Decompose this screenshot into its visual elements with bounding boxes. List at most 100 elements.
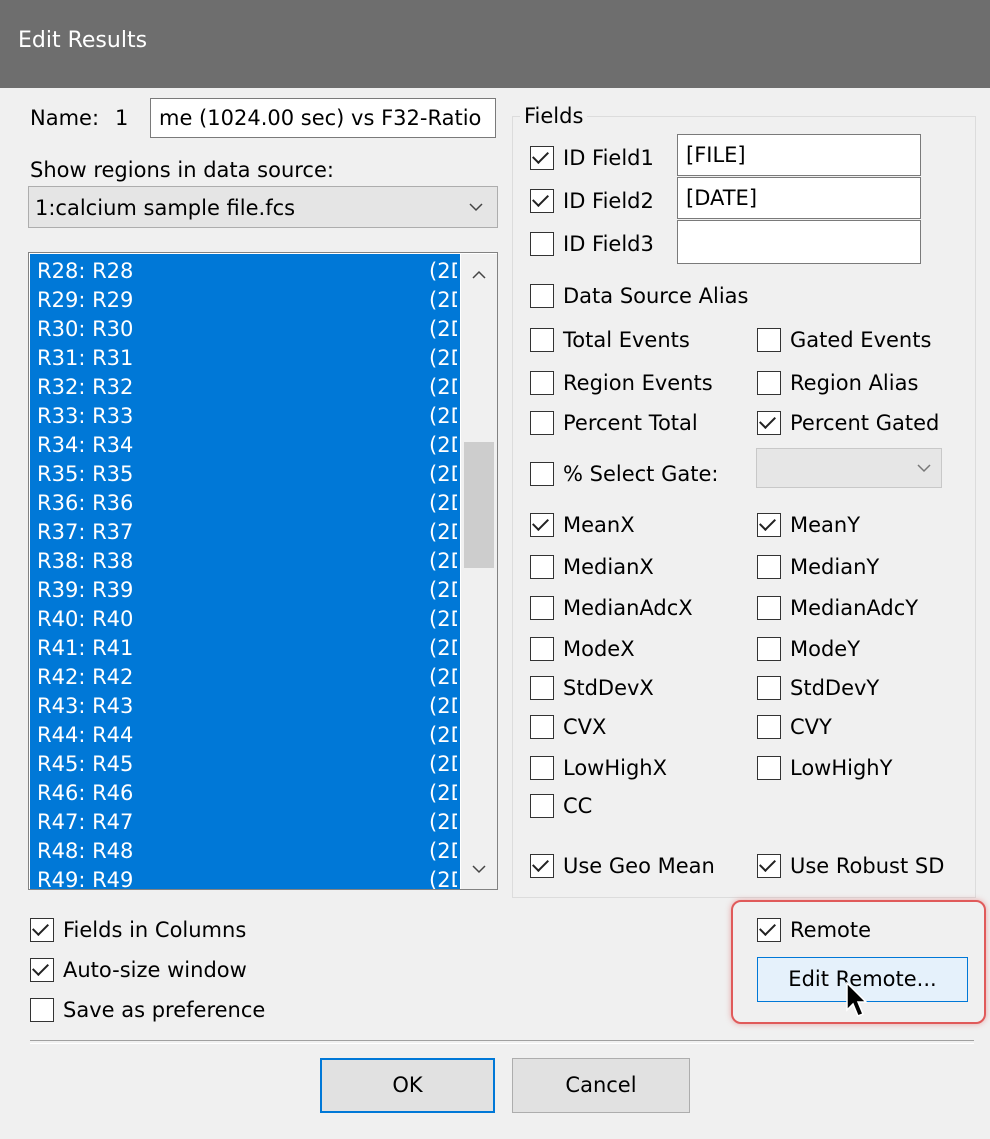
geo-mean-label: Use Geo Mean [563,854,715,878]
list-scrollbar[interactable] [461,254,497,889]
remote-checkbox[interactable] [757,918,781,942]
id-field3-input[interactable] [677,220,921,264]
fields-group-label: Fields [520,106,588,127]
modex-checkbox[interactable] [530,637,554,661]
title-bar: Edit Results [0,0,990,88]
list-item[interactable]: R38: R38(2D [37,547,457,576]
medianadcy-checkbox[interactable] [757,596,781,620]
medianadcy-label: MedianAdcY [790,596,919,620]
data-source-alias-label: Data Source Alias [563,284,749,308]
percent-gated-checkbox[interactable] [757,411,781,435]
cc-label: CC [563,794,593,818]
id-field1-checkbox[interactable] [530,146,554,170]
list-item[interactable]: R28: R28(2D [37,257,457,286]
source-select-value: 1:calcium sample file.fcs [35,196,296,220]
list-item[interactable]: R41: R41(2D [37,634,457,663]
id-field2-label: ID Field2 [563,189,654,213]
cvx-checkbox[interactable] [530,715,554,739]
lowhighx-label: LowHighX [563,756,668,780]
list-item[interactable]: R33: R33(2D [37,402,457,431]
modex-label: ModeX [563,637,635,661]
geo-mean-checkbox[interactable] [530,854,554,878]
chevron-down-icon [917,464,931,473]
source-select[interactable]: 1:calcium sample file.fcs [28,186,498,228]
meany-checkbox[interactable] [757,513,781,537]
lowhighx-checkbox[interactable] [530,756,554,780]
id-field1-label: ID Field1 [563,146,654,170]
total-events-checkbox[interactable] [530,328,554,352]
list-item[interactable]: R39: R39(2D [37,576,457,605]
modey-checkbox[interactable] [757,637,781,661]
save-preference-label: Save as preference [63,998,266,1022]
list-item[interactable]: R46: R46(2D [37,779,457,808]
cvy-checkbox[interactable] [757,715,781,739]
list-item[interactable]: R44: R44(2D [37,721,457,750]
list-item[interactable]: R29: R29(2D [37,286,457,315]
id-field2-input[interactable]: [DATE] [677,177,921,219]
cc-checkbox[interactable] [530,794,554,818]
id-field2-checkbox[interactable] [530,189,554,213]
name-input[interactable]: me (1024.00 sec) vs F32-Ratio [150,98,496,138]
meanx-checkbox[interactable] [530,513,554,537]
total-events-label: Total Events [563,328,690,352]
list-item[interactable]: R36: R36(2D [37,489,457,518]
source-label: Show regions in data source: [30,158,334,182]
list-item[interactable]: R43: R43(2D [37,692,457,721]
ok-button[interactable]: OK [320,1058,495,1113]
cvy-label: CVY [790,715,832,739]
cvx-label: CVX [563,715,607,739]
list-item[interactable]: R40: R40(2D [37,605,457,634]
region-events-checkbox[interactable] [530,371,554,395]
select-gate-dropdown[interactable] [756,448,942,488]
list-item[interactable]: R42: R42(2D [37,663,457,692]
medianadcx-checkbox[interactable] [530,596,554,620]
robust-sd-checkbox[interactable] [757,854,781,878]
cancel-button[interactable]: Cancel [512,1058,690,1113]
stddevy-checkbox[interactable] [757,676,781,700]
chevron-up-icon[interactable] [472,270,486,280]
medianx-checkbox[interactable] [530,555,554,579]
id-field1-input[interactable]: [FILE] [677,134,921,176]
list-item[interactable]: R34: R34(2D [37,431,457,460]
list-item[interactable]: R32: R32(2D [37,373,457,402]
lowhighy-checkbox[interactable] [757,756,781,780]
window-title: Edit Results [18,28,148,53]
list-selection: R28: R28(2D R29: R29(2D R30: R30(2D R31:… [30,254,460,889]
name-label: Name: [30,106,100,130]
region-alias-checkbox[interactable] [757,371,781,395]
gated-events-label: Gated Events [790,328,932,352]
meany-label: MeanY [790,513,861,537]
robust-sd-label: Use Robust SD [790,854,945,878]
mediany-checkbox[interactable] [757,555,781,579]
separator [30,1040,974,1044]
list-item[interactable]: R30: R30(2D [37,315,457,344]
medianadcx-label: MedianAdcX [563,596,693,620]
stddevx-checkbox[interactable] [530,676,554,700]
list-item[interactable]: R49: R49(2D [37,866,457,889]
region-events-label: Region Events [563,371,713,395]
fields-in-columns-checkbox[interactable] [30,918,54,942]
region-list[interactable]: R28: R28(2D R29: R29(2D R30: R30(2D R31:… [28,252,498,890]
chevron-down-icon[interactable] [472,864,486,874]
fields-in-columns-label: Fields in Columns [63,918,247,942]
list-item[interactable]: R31: R31(2D [37,344,457,373]
lowhighy-label: LowHighY [790,756,893,780]
stddevx-label: StdDevX [563,676,654,700]
auto-size-checkbox[interactable] [30,958,54,982]
remote-label: Remote [790,918,872,942]
list-item[interactable]: R48: R48(2D [37,837,457,866]
select-gate-label: % Select Gate: [563,462,719,486]
list-item[interactable]: R47: R47(2D [37,808,457,837]
data-source-alias-checkbox[interactable] [530,284,554,308]
scrollbar-thumb[interactable] [464,442,494,568]
list-item[interactable]: R37: R37(2D [37,518,457,547]
save-preference-checkbox[interactable] [30,998,54,1022]
id-field3-checkbox[interactable] [530,232,554,256]
select-gate-checkbox[interactable] [530,462,554,486]
mouse-cursor-icon [846,982,868,1017]
gated-events-checkbox[interactable] [757,328,781,352]
medianx-label: MedianX [563,555,654,579]
percent-total-checkbox[interactable] [530,411,554,435]
list-item[interactable]: R45: R45(2D [37,750,457,779]
list-item[interactable]: R35: R35(2D [37,460,457,489]
